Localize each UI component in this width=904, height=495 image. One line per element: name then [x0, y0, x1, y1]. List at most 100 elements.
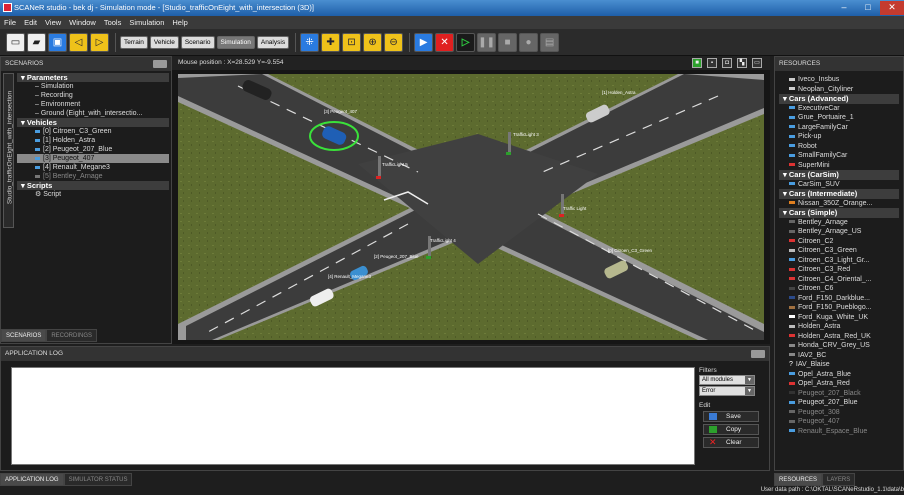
log-output[interactable] [11, 367, 695, 465]
menu-file[interactable]: File [4, 18, 16, 27]
resource-item[interactable]: Grue_Portuaire_1 [779, 113, 899, 123]
tree-vehicle-item[interactable]: [4] Renault_Megane3 [17, 163, 169, 172]
run-icon[interactable]: ▶ [414, 32, 434, 52]
resource-item[interactable]: Holden_Astra_Red_UK [779, 332, 899, 342]
resource-item[interactable]: Iveco_Insbus [779, 75, 899, 85]
resource-item[interactable]: ExecutiveCar [779, 104, 899, 114]
resource-item[interactable]: Ford_F150_Darkblue... [779, 294, 899, 304]
close-button[interactable]: ✕ [880, 1, 904, 15]
resource-item[interactable]: Peugeot_407 [779, 417, 899, 427]
tree-vehicle-item[interactable]: [5] Bentley_Arnage [17, 172, 169, 181]
stop-all-icon[interactable]: ✕ [435, 32, 455, 52]
tree-vehicle-item-selected[interactable]: [3] Peugeot_407 [17, 154, 169, 163]
tree-vehicle-item[interactable]: [1] Holden_Astra [17, 136, 169, 145]
pause-icon[interactable]: ❚❚ [477, 32, 497, 52]
level-filter-select[interactable]: Error [699, 386, 755, 396]
new-file-icon[interactable]: ▭ [6, 32, 25, 52]
resource-item[interactable]: Citroen_C6 [779, 284, 899, 294]
record-icon[interactable]: ● [519, 32, 539, 52]
resource-item[interactable]: Peugeot_207_Blue [779, 398, 899, 408]
tree-item[interactable]: – Recording [17, 91, 169, 100]
menu-edit[interactable]: Edit [24, 18, 37, 27]
resource-item[interactable]: Holden_Astra [779, 322, 899, 332]
scenario-side-tab[interactable]: Studio_trafficOnEight_with_intersection [3, 73, 14, 228]
tab-simulator-status[interactable]: SIMULATOR STATUS [63, 473, 133, 486]
save-button[interactable]: Save [703, 411, 759, 422]
copy-button[interactable]: Copy [703, 424, 759, 435]
resource-item[interactable]: Renault_Espace_Blue [779, 427, 899, 437]
mode-simulation-button[interactable]: Simulation [216, 35, 255, 49]
resource-item[interactable]: Opel_Astra_Red [779, 379, 899, 389]
menu-simulation[interactable]: Simulation [129, 18, 164, 27]
mode-analysis-button[interactable]: Analysis [256, 35, 290, 49]
resource-item[interactable]: CarSim_SUV [779, 180, 899, 190]
resource-item[interactable]: Pick-up [779, 132, 899, 142]
resource-item[interactable]: Peugeot_308 [779, 408, 899, 418]
screenshot-icon[interactable]: ▤ [540, 32, 560, 52]
resource-item[interactable]: Robot [779, 142, 899, 152]
resource-category[interactable]: ▾ Cars (CarSim) [779, 170, 899, 180]
resource-item[interactable]: Nissan_350Z_Orange... [779, 199, 899, 209]
tab-scenarios[interactable]: SCENARIOS [1, 329, 47, 342]
module-filter-select[interactable]: All modules [699, 375, 755, 385]
mode-terrain-button[interactable]: Terrain [120, 35, 148, 49]
panel-pin-icon[interactable] [153, 60, 167, 68]
tree-vehicle-item[interactable]: [0] Citroen_C3_Green [17, 127, 169, 136]
resource-category[interactable]: ▾ Cars (Simple) [779, 208, 899, 218]
move-tool-icon[interactable]: ✚ [321, 32, 341, 52]
tree-item[interactable]: – Ground (Eight_with_intersectio... [17, 109, 169, 118]
tab-recordings[interactable]: RECORDINGS [46, 329, 98, 342]
play-icon[interactable]: ▷ [456, 32, 476, 52]
resource-item[interactable]: SuperMini [779, 161, 899, 171]
grid-icon[interactable]: ▚ [737, 58, 747, 68]
view-top-icon[interactable]: ▪ [707, 58, 717, 68]
resource-item[interactable]: Ford_Kuga_White_UK [779, 313, 899, 323]
menu-window[interactable]: Window [69, 18, 96, 27]
tree-group-scripts[interactable]: ▾ Scripts [17, 181, 169, 190]
menu-help[interactable]: Help [172, 18, 187, 27]
resource-item[interactable]: Citroen_C4_Oriental_... [779, 275, 899, 285]
tree-item[interactable]: – Simulation [17, 82, 169, 91]
resource-item[interactable]: Bentley_Arnage_US [779, 227, 899, 237]
mode-scenario-button[interactable]: Scenario [180, 35, 215, 49]
intersection-scene[interactable]: [3] Peugeot_407 [1] Holden_Astra Traffic… [178, 74, 764, 340]
resource-item[interactable]: ? IAV_Blaise [779, 360, 899, 370]
tree-group-vehicles[interactable]: ▾ Vehicles [17, 118, 169, 127]
save-disk-icon[interactable]: ▣ [48, 32, 67, 52]
resource-item[interactable]: IAV2_BC [779, 351, 899, 361]
tree-vehicle-item[interactable]: [2] Peugeot_207_Blue [17, 145, 169, 154]
resource-item[interactable]: Ford_F150_Pueblogo... [779, 303, 899, 313]
tree-item[interactable]: – Environment [17, 100, 169, 109]
zoom-out-icon[interactable]: ⊖ [384, 32, 404, 52]
resource-item[interactable]: Peugeot_207_Black [779, 389, 899, 399]
clear-button[interactable]: ✕ Clear [703, 437, 759, 448]
open-folder-icon[interactable]: ▰ [27, 32, 46, 52]
resource-item[interactable]: LargeFamilyCar [779, 123, 899, 133]
resource-item[interactable]: Bentley_Arnage [779, 218, 899, 228]
panel-pin-icon[interactable] [751, 350, 765, 358]
maximize-button[interactable]: □ [856, 1, 880, 15]
resource-item[interactable]: SmallFamilyCar [779, 151, 899, 161]
select-tool-icon[interactable]: ⁜ [300, 32, 320, 52]
fullscreen-icon[interactable]: ▭ [752, 58, 762, 68]
zoom-in-icon[interactable]: ⊕ [363, 32, 383, 52]
resource-item[interactable]: Citroen_C3_Green [779, 246, 899, 256]
resource-item[interactable]: Neoplan_Cityliner [779, 85, 899, 95]
tree-group-parameters[interactable]: ▾ Parameters [17, 73, 169, 82]
tab-resources[interactable]: RESOURCES [774, 473, 823, 486]
resource-item[interactable]: Honda_CRV_Grey_US [779, 341, 899, 351]
back-arrow-icon[interactable]: ◁ [69, 32, 88, 52]
menu-tools[interactable]: Tools [104, 18, 122, 27]
tab-application-log[interactable]: APPLICATION LOG [0, 473, 64, 486]
zoom-fit-icon[interactable]: ⊡ [342, 32, 362, 52]
view-mode-icon[interactable]: ■ [692, 58, 702, 68]
tab-layers[interactable]: LAYERS [822, 473, 856, 486]
forward-arrow-icon[interactable]: ▷ [90, 32, 109, 52]
mode-vehicle-button[interactable]: Vehicle [149, 35, 179, 49]
resource-item[interactable]: Citroen_C2 [779, 237, 899, 247]
camera-icon[interactable]: ◘ [722, 58, 732, 68]
resource-category[interactable]: ▾ Cars (Intermediate) [779, 189, 899, 199]
stop-icon[interactable]: ■ [498, 32, 518, 52]
tree-script-item[interactable]: ⚙ Script [17, 190, 169, 199]
menu-view[interactable]: View [45, 18, 61, 27]
